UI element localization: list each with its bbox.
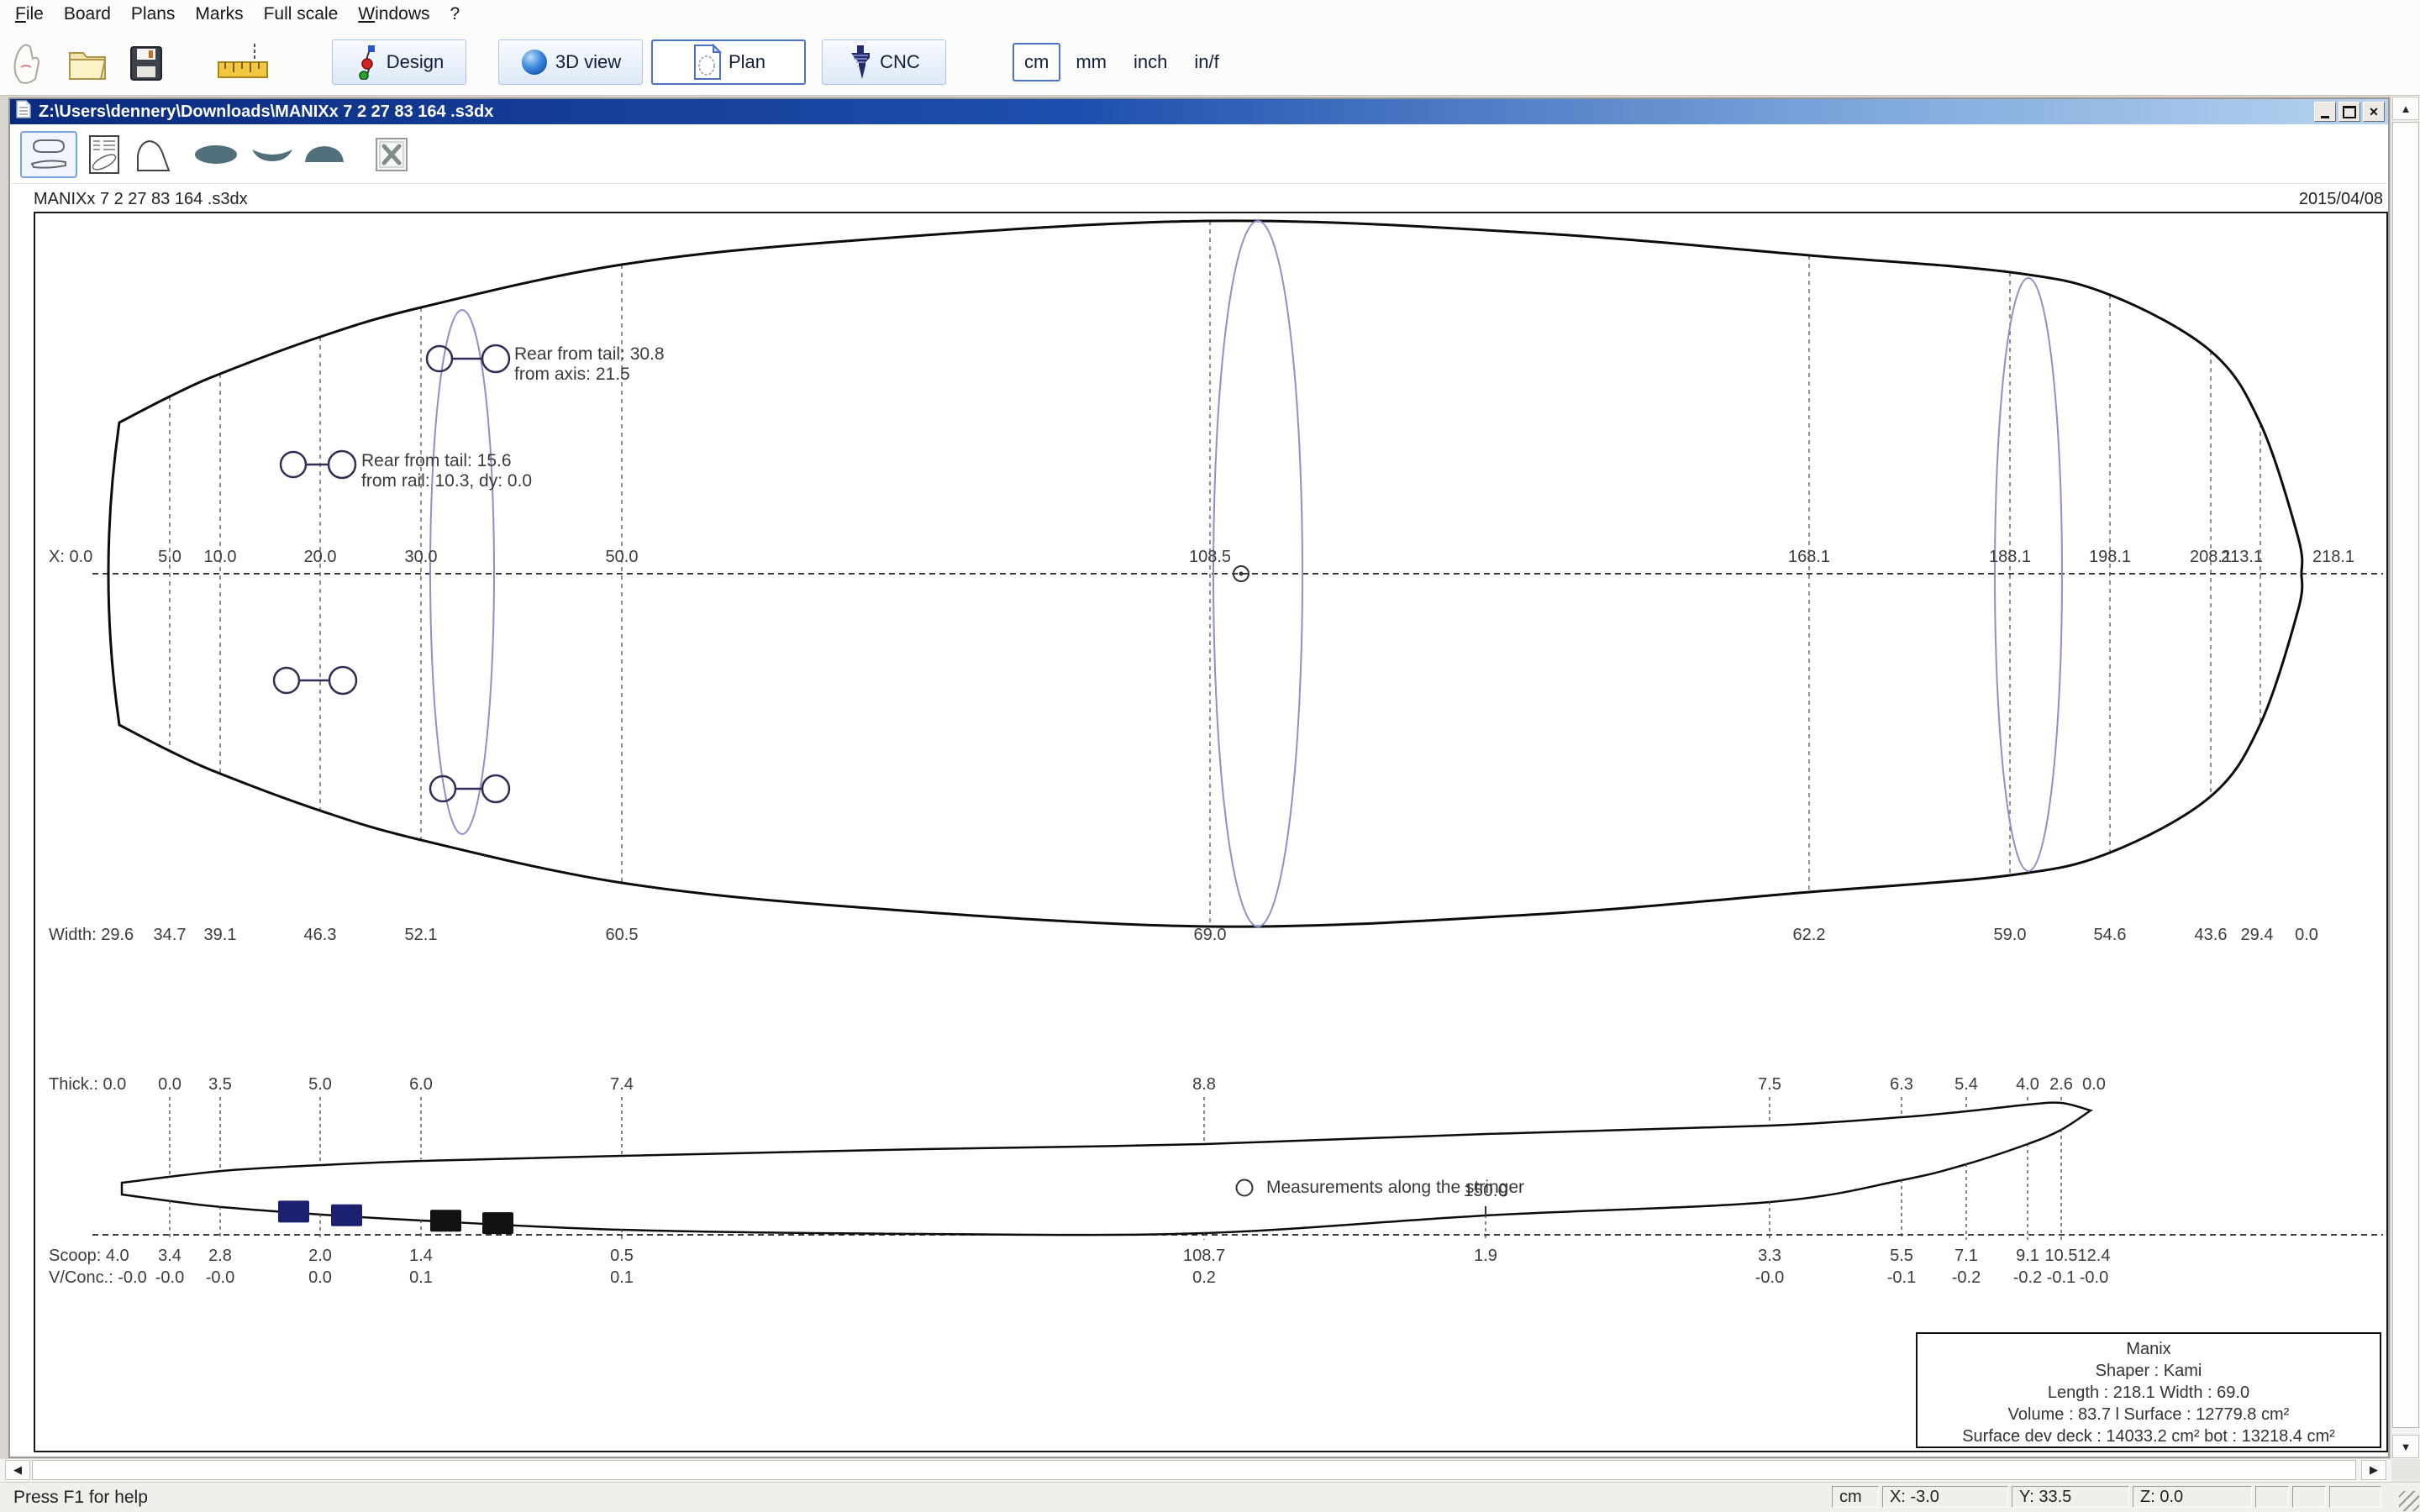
menu-item-windows[interactable]: Windows: [348, 3, 439, 26]
board-name: Manix: [1918, 1338, 2380, 1360]
profile-fin-plug[interactable]: [430, 1210, 461, 1231]
unit-inch[interactable]: inch: [1122, 43, 1179, 81]
profile-fin-plug[interactable]: [331, 1205, 362, 1226]
title-bar[interactable]: Z:\Users\dennery\Downloads\MANIXx 7 2 27…: [10, 99, 2388, 124]
shaper-glove-icon[interactable]: [7, 41, 50, 85]
unit-in-f[interactable]: in/f: [1182, 43, 1230, 81]
open-folder-icon[interactable]: [66, 41, 109, 85]
profile-fin-plug[interactable]: [278, 1200, 309, 1222]
plan-button[interactable]: Plan: [651, 39, 806, 85]
scroll-right-icon[interactable]: ▶: [2361, 1460, 2386, 1480]
shaper-line: Shaper : Kami: [1918, 1360, 2380, 1382]
stringer-mark-150: 150.0: [1464, 1181, 1508, 1201]
menu-item-file[interactable]: File: [5, 3, 54, 26]
plug-annotation-a: Rear from tail: 30.8 from axis: 21.5: [514, 344, 665, 385]
cnc-bit-icon: [848, 44, 873, 81]
scroll-down-icon[interactable]: ▼: [2392, 1435, 2419, 1458]
resize-grip[interactable]: [2399, 1491, 2419, 1511]
scrollbar-corner: [2391, 1459, 2420, 1482]
excel-export-icon: [373, 136, 410, 173]
document-icon: [15, 100, 32, 123]
3d-view-label: 3D view: [555, 51, 621, 73]
ruler-icon[interactable]: [215, 41, 271, 85]
drawing-area[interactable]: [34, 212, 2388, 1452]
measurement-sheet-icon: [87, 134, 121, 175]
vertical-scrollbar[interactable]: ▲ ▼: [2391, 96, 2420, 1482]
plan-label: Plan: [729, 51, 765, 73]
plug-a-line2: from axis: 21.5: [514, 365, 665, 385]
main-toolbar: Design 3D view Plan CNC cmmminchin/f: [0, 28, 2420, 96]
slice-deck-icon: [302, 140, 347, 169]
status-panel-extra3: [2329, 1486, 2381, 1508]
unit-selector: cmmminchin/f: [1013, 39, 1231, 85]
design-button[interactable]: Design: [332, 39, 466, 85]
status-help-text: Press F1 for help: [13, 1488, 148, 1508]
profile-fin-plug[interactable]: [482, 1212, 513, 1234]
menu-item-marks[interactable]: Marks: [185, 3, 253, 26]
menu-item-plans[interactable]: Plans: [121, 3, 186, 26]
plan-document-icon: [692, 44, 722, 81]
unit-cm[interactable]: cm: [1013, 43, 1060, 81]
surface-dev-line: Surface dev deck : 14033.2 cm² bot : 132…: [1918, 1425, 2380, 1447]
horizontal-scrollbar[interactable]: ◀ ▶: [0, 1459, 2391, 1482]
design-nodes-icon: [355, 45, 380, 80]
status-panel-extra1: [2255, 1486, 2289, 1508]
slice-bottom-icon: [250, 141, 295, 168]
volume-surface-line: Volume : 83.7 l Surface : 12779.8 cm²: [1918, 1404, 2380, 1425]
sphere-icon: [520, 48, 549, 76]
menu-item-fullscale[interactable]: Full scale: [254, 3, 349, 26]
status-bar: Press F1 for help cmX: -3.0Y: 33.5Z: 0.0: [0, 1482, 2420, 1512]
plug-a-line1: Rear from tail: 30.8: [514, 344, 665, 365]
vertical-scroll-thumb[interactable]: [2392, 122, 2419, 1428]
export-excel-button[interactable]: [368, 131, 415, 178]
menu-item-?[interactable]: ?: [440, 3, 471, 26]
date-label: 2015/04/08: [2299, 190, 2383, 209]
board-file-label: MANIXx 7 2 27 83 164 .s3dx: [34, 190, 248, 209]
plug-b-line2: from rail: 10.3, dy: 0.0: [361, 471, 532, 491]
plug-annotation-b: Rear from tail: 15.6 from rail: 10.3, dy…: [361, 451, 532, 491]
unit-mm[interactable]: mm: [1064, 43, 1118, 81]
save-icon[interactable]: [124, 41, 168, 85]
window-title: Z:\Users\dennery\Downloads\MANIXx 7 2 27…: [39, 102, 493, 122]
menu-bar: FileBoardPlansMarksFull scaleWindows?: [0, 0, 2420, 28]
close-button[interactable]: ✕: [2363, 102, 2385, 122]
status-panel-y-coord: Y: 33.5: [2012, 1486, 2129, 1508]
view-slice-full-button[interactable]: [187, 131, 245, 178]
outline-profile-icon: [27, 136, 71, 173]
status-panel-x-coord: X: -3.0: [1882, 1486, 2008, 1508]
status-panel-z-coord: Z: 0.0: [2133, 1486, 2252, 1508]
minimize-button[interactable]: [2314, 102, 2336, 122]
view-slice-bottom-button[interactable]: [245, 131, 299, 178]
maximize-button[interactable]: [2338, 102, 2360, 122]
scroll-left-icon[interactable]: ◀: [5, 1460, 30, 1480]
design-label: Design: [387, 51, 444, 73]
plug-b-line1: Rear from tail: 15.6: [361, 451, 532, 471]
view-measurements-button[interactable]: [82, 131, 126, 178]
menu-item-board[interactable]: Board: [54, 3, 121, 26]
status-panel-unit: cm: [1832, 1486, 1879, 1508]
view-toolbar: [12, 128, 2386, 184]
slice-full-icon: [192, 139, 240, 170]
cnc-button[interactable]: CNC: [822, 39, 946, 85]
horizontal-scroll-thumb[interactable]: [32, 1460, 2356, 1480]
cnc-label: CNC: [880, 51, 920, 73]
view-slice-deck-button[interactable]: [297, 131, 351, 178]
rocker-curve-icon: [134, 135, 175, 174]
length-width-line: Length : 218.1 Width : 69.0: [1918, 1382, 2380, 1404]
view-outline-button[interactable]: [20, 131, 77, 178]
board-info-box: Manix Shaper : Kami Length : 218.1 Width…: [1916, 1332, 2381, 1448]
scroll-up-icon[interactable]: ▲: [2392, 97, 2419, 120]
application-window: FileBoardPlansMarksFull scaleWindows? De…: [0, 0, 2420, 1512]
3d-view-button[interactable]: 3D view: [498, 39, 643, 85]
status-panel-extra2: [2292, 1486, 2326, 1508]
view-rocker-button[interactable]: [129, 131, 180, 178]
